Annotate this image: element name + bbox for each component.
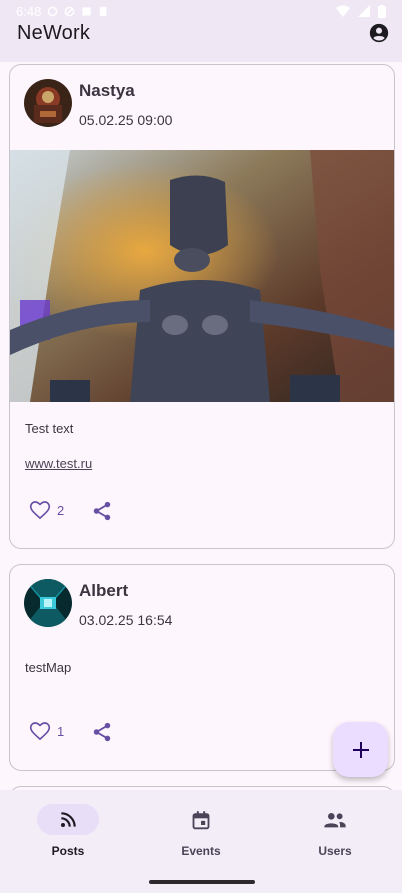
nav-label-users: Users [318, 844, 352, 858]
status-time: 6:48 [16, 3, 42, 19]
nav-item-users[interactable]: Users [268, 804, 402, 864]
post-image[interactable] [10, 150, 394, 402]
nav-item-events[interactable]: Events [134, 804, 268, 864]
sd-card-icon [100, 6, 107, 16]
post-date: 03.02.25 16:54 [79, 612, 173, 628]
nav-label-events: Events [181, 844, 221, 858]
notification-icon [48, 6, 58, 16]
heart-outline-icon [29, 501, 51, 520]
nav-icon-container[interactable] [304, 804, 366, 835]
author-name: Albert [79, 581, 129, 600]
account-circle-icon[interactable] [368, 22, 390, 44]
battery-icon [378, 4, 386, 18]
add-icon[interactable] [351, 740, 371, 760]
app-bar: NeWork [0, 18, 402, 48]
post-card[interactable]: Nastya 05.02.25 09:00 Test text www.test… [9, 64, 395, 549]
blocked-icon [65, 6, 75, 16]
post-date: 05.02.25 09:00 [79, 112, 173, 128]
signal-icon [358, 5, 370, 17]
nav-indicator[interactable] [37, 804, 99, 835]
top-app-area: 6:48 NeWork [0, 0, 402, 62]
author-avatar[interactable] [24, 579, 72, 627]
nav-label-posts: Posts [51, 844, 85, 858]
app-title: NeWork [17, 21, 91, 44]
post-link[interactable]: www.test.ru [25, 456, 92, 471]
share-icon[interactable] [91, 721, 113, 743]
wifi-icon [336, 5, 350, 17]
account-button[interactable] [367, 21, 391, 45]
posts-feed[interactable]: Nastya 05.02.25 09:00 Test text www.test… [0, 62, 402, 790]
gesture-bar [149, 880, 255, 884]
nav-icon-container[interactable] [170, 804, 232, 835]
post-content: testMap [25, 660, 72, 675]
rss-feed-icon [61, 811, 76, 827]
nav-item-posts[interactable]: Posts [1, 804, 135, 864]
people-icon [324, 812, 346, 827]
share-button[interactable] [91, 500, 113, 522]
heart-outline-icon [29, 722, 51, 741]
like-button[interactable]: 2 [29, 500, 64, 520]
close-box-icon [82, 6, 91, 16]
add-post-button[interactable] [333, 722, 388, 777]
author-name: Nastya [79, 81, 135, 100]
calendar-icon [192, 810, 210, 829]
share-button[interactable] [91, 721, 113, 743]
like-count: 2 [57, 502, 65, 518]
like-count: 1 [57, 723, 65, 739]
bottom-navigation: Posts Events Users [0, 790, 402, 893]
share-icon[interactable] [91, 500, 113, 522]
author-avatar[interactable] [24, 79, 72, 127]
like-button[interactable]: 1 [29, 721, 64, 741]
post-content: Test text [25, 421, 74, 436]
